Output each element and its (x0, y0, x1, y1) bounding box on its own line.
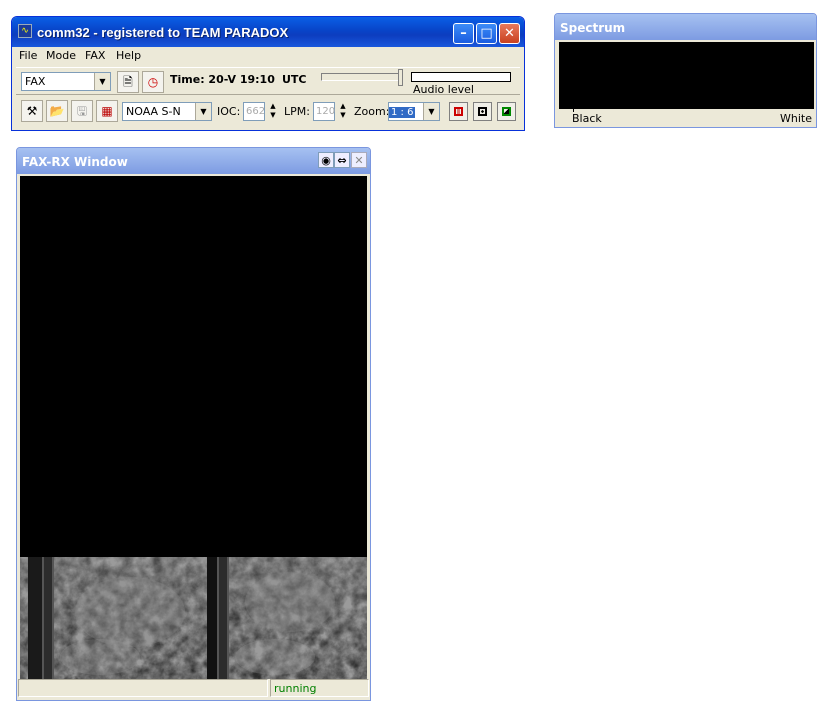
fax-image-canvas[interactable] (20, 176, 367, 679)
sync-button[interactable]: ◉ (318, 152, 334, 168)
start-button[interactable] (497, 102, 516, 121)
close-icon: ✕ (504, 26, 515, 41)
status-text: running (274, 682, 317, 695)
station-select[interactable]: NOAA S-N ▼ (122, 102, 212, 121)
ioc-value: 662 (246, 106, 266, 117)
spectrum-display (559, 42, 814, 109)
pause-button[interactable] (449, 102, 468, 121)
station-select-value: NOAA S-N (126, 105, 181, 118)
clock-icon: ◷ (147, 75, 159, 89)
lpm-value: 120 (316, 106, 336, 117)
mode-select-value: FAX (25, 75, 46, 88)
time-label: Time: 20-V 19:10 (170, 73, 275, 86)
stop-icon (478, 107, 487, 116)
maximize-button[interactable]: □ (476, 23, 497, 44)
chevron-down-icon: ▼ (94, 73, 110, 90)
main-window-title: comm32 - registered to TEAM PARADOX (37, 25, 289, 40)
chevron-down-icon: ▼ (423, 103, 439, 120)
spectrum-white-label: White (780, 112, 812, 125)
open-button[interactable]: 📂 (46, 100, 68, 122)
target-icon: ◉ (321, 154, 331, 167)
fax-statusbar: running (18, 679, 369, 698)
menu-help[interactable]: Help (116, 49, 141, 62)
settings-button[interactable]: 🗎 (117, 71, 139, 93)
utc-label: UTC (282, 73, 307, 86)
menu-file[interactable]: File (19, 49, 37, 62)
zoom-label: Zoom: (354, 105, 390, 118)
fax-close-button[interactable]: ✕ (351, 152, 367, 168)
tools-icon: ⚒ (26, 104, 38, 118)
minimize-icon: – (460, 26, 467, 41)
settings-icon: 🗎 (123, 75, 133, 89)
main-titlebar[interactable]: ∿ comm32 - registered to TEAM PARADOX – … (12, 17, 524, 47)
spectrum-window: Spectrum Black White (554, 13, 817, 128)
folder-open-icon: 📂 (49, 104, 65, 118)
close-button[interactable]: ✕ (499, 23, 520, 44)
fit-width-button[interactable]: ⇔ (334, 152, 350, 168)
toolbar-row-1: FAX ▼ 🗎 ◷ Time: 20-V 19:10 UTC Audio lev… (16, 67, 520, 96)
status-pane-left (18, 679, 268, 697)
spectrum-titlebar[interactable]: Spectrum (555, 14, 816, 40)
menu-mode[interactable]: Mode (46, 49, 76, 62)
clock-button[interactable]: ◷ (142, 71, 164, 93)
status-pane-right: running (270, 679, 369, 697)
ioc-label: IOC: (217, 105, 241, 118)
spinner-icon: ▲ ▼ (340, 102, 346, 119)
tools-button[interactable]: ⚒ (21, 100, 43, 122)
lpm-label: LPM: (284, 105, 310, 118)
pause-icon (454, 107, 463, 116)
spinner-icon: ▲ ▼ (270, 102, 276, 119)
fax-weather-image (20, 557, 367, 679)
maximize-icon: □ (480, 26, 493, 41)
lpm-spinner[interactable]: ▲ ▼ (337, 102, 349, 121)
lpm-input[interactable]: 120 (313, 102, 335, 121)
ioc-spinner[interactable]: ▲ ▼ (267, 102, 279, 121)
arrows-horizontal-icon: ⇔ (337, 154, 347, 167)
main-window: ∿ comm32 - registered to TEAM PARADOX – … (11, 16, 525, 131)
menubar: File Mode FAX Help (12, 47, 524, 65)
zoom-select-value: 1 : 6 (389, 107, 416, 118)
stop-button[interactable] (473, 102, 492, 121)
level-slider-thumb[interactable] (398, 69, 403, 86)
audio-level-label: Audio level (413, 83, 474, 96)
fax-titlebar[interactable]: FAX-RX Window ◉ ⇔ ✕ (17, 148, 370, 174)
toolbar-row-2: ⚒ 📂 🖫 ▦ NOAA S-N ▼ IOC: 662 ▲ ▼ LPM: 120 … (16, 97, 520, 125)
level-slider[interactable] (321, 73, 403, 81)
fax-window-title: FAX-RX Window (22, 155, 128, 169)
fax-rx-window: FAX-RX Window ◉ ⇔ ✕ running (16, 147, 371, 701)
close-icon: ✕ (354, 154, 364, 167)
spectrum-title: Spectrum (560, 21, 626, 35)
menu-fax[interactable]: FAX (85, 49, 105, 62)
ioc-input[interactable]: 662 (243, 102, 265, 121)
chevron-down-icon: ▼ (195, 103, 211, 120)
spectrum-black-label: Black (572, 112, 602, 125)
zoom-select[interactable]: 1 : 6 ▼ (388, 102, 440, 121)
save-button[interactable]: 🖫 (71, 100, 93, 122)
play-icon (502, 107, 511, 116)
mode-select[interactable]: FAX ▼ (21, 72, 111, 91)
app-icon[interactable]: ∿ (18, 24, 32, 38)
minimize-button[interactable]: – (453, 23, 474, 44)
image-icon: ▦ (101, 104, 113, 118)
image-settings-button[interactable]: ▦ (96, 100, 118, 122)
audio-level-meter (411, 72, 511, 82)
save-icon: 🖫 (76, 104, 88, 118)
